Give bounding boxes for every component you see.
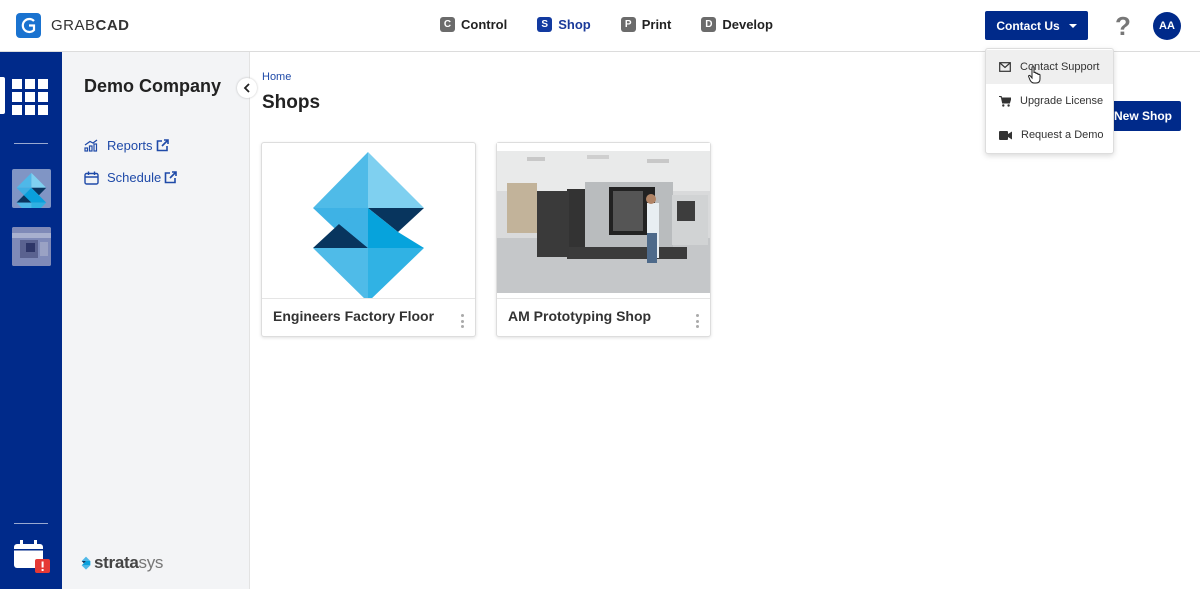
company-name: Demo Company — [84, 76, 222, 96]
shop-card-image — [262, 143, 475, 299]
more-options-icon[interactable] — [459, 314, 465, 328]
menu-item-request-demo[interactable]: Request a Demo — [986, 118, 1113, 152]
external-link-icon — [156, 139, 169, 152]
control-app-icon: C — [440, 17, 455, 32]
print-app-icon: P — [620, 17, 636, 32]
menu-item-label: Upgrade License — [1020, 95, 1104, 107]
app-control[interactable]: C Control — [440, 17, 507, 32]
rail-divider — [14, 523, 48, 524]
sidebar-link-label: Reports — [107, 138, 153, 153]
shop-card-title: Engineers Factory Floor — [273, 308, 435, 324]
reports-chart-icon — [84, 139, 98, 152]
menu-item-label: Request a Demo — [1021, 129, 1104, 141]
printer-photo-image — [497, 143, 710, 293]
collapse-sidebar-button[interactable] — [237, 78, 257, 98]
page-title: Shops — [262, 92, 321, 113]
envelope-icon — [999, 62, 1011, 72]
app-label: Shop — [558, 17, 591, 32]
stratasys-logo-image — [313, 152, 424, 298]
chevron-left-icon — [243, 83, 250, 93]
sidebar-link-label: Schedule — [107, 170, 162, 185]
more-options-icon[interactable] — [694, 314, 700, 328]
all-shops-grid-icon[interactable] — [12, 79, 48, 115]
grabcad-logo-icon — [16, 13, 41, 38]
app-print[interactable]: P Print — [620, 17, 672, 32]
rail-shop-engineers-factory-floor[interactable] — [12, 169, 51, 208]
contact-dropdown-menu: Contact Support Upgrade License Request … — [985, 48, 1114, 154]
app-label: Control — [461, 17, 508, 32]
breadcrumb-home[interactable]: Home — [262, 71, 291, 83]
printer-photo-thumbnail — [12, 227, 51, 266]
app-label: Develop — [722, 17, 773, 32]
shop-card-engineers-factory-floor[interactable]: Engineers Factory Floor — [261, 142, 476, 337]
shop-app-icon: S — [537, 17, 553, 32]
caret-down-icon — [1068, 23, 1077, 28]
help-icon[interactable]: ? — [1115, 11, 1131, 42]
external-link-icon — [164, 171, 178, 184]
rail-active-indicator — [0, 77, 5, 114]
contact-us-button[interactable]: Contact Us — [985, 11, 1088, 40]
top-bar: GRABCAD C Control S Shop P Print D Devel… — [0, 0, 1200, 52]
menu-item-contact-support[interactable]: Contact Support — [986, 50, 1113, 84]
sidebar-link-schedule[interactable]: Schedule — [84, 170, 185, 185]
stratasys-mark-icon — [81, 556, 91, 570]
rail-shop-am-prototyping[interactable] — [12, 227, 51, 266]
grabcad-brand[interactable]: GRABCAD — [16, 13, 130, 38]
shop-card-image — [497, 143, 710, 299]
shop-card-title: AM Prototyping Shop — [508, 308, 652, 324]
menu-item-upgrade-license[interactable]: Upgrade License — [986, 84, 1113, 118]
app-develop[interactable]: D Develop — [701, 17, 773, 32]
schedule-alert-button[interactable] — [14, 539, 52, 578]
shop-sidebar: Demo Company Reports Schedule strata sys — [62, 52, 250, 589]
video-camera-icon — [999, 130, 1012, 140]
brand-name: GRABCAD — [51, 17, 130, 34]
sidebar-link-reports[interactable]: Reports — [84, 138, 177, 153]
cart-icon — [999, 95, 1011, 107]
stratasys-footer-logo: strata sys — [80, 553, 163, 573]
contact-us-label: Contact Us — [996, 18, 1060, 33]
rail-divider — [14, 143, 48, 144]
shop-card-am-prototyping[interactable]: AM Prototyping Shop — [496, 142, 711, 337]
app-rail — [0, 52, 62, 589]
user-avatar[interactable]: AA — [1153, 12, 1181, 40]
app-switcher: C Control S Shop P Print D Develop — [440, 17, 803, 32]
hand-pointer-cursor-icon — [1028, 66, 1041, 84]
calendar-icon — [84, 171, 99, 185]
app-shop[interactable]: S Shop — [537, 17, 591, 32]
app-label: Print — [641, 17, 672, 32]
stratasys-logo-icon — [16, 172, 47, 208]
develop-app-icon: D — [701, 17, 717, 32]
calendar-alert-icon — [14, 540, 50, 573]
